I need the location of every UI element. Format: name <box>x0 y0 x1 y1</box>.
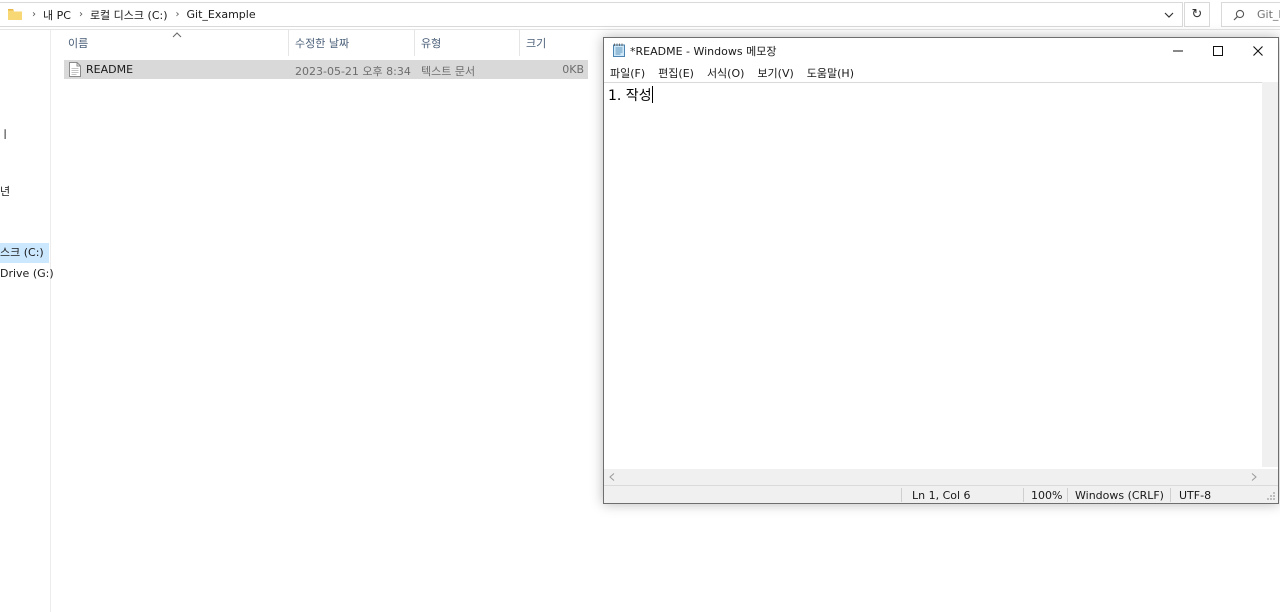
file-type: 텍스트 문서 <box>421 65 476 78</box>
folder-icon <box>8 9 22 20</box>
breadcrumb-this-pc[interactable]: 내 PC <box>43 7 71 23</box>
status-cursor-position: Ln 1, Col 6 <box>912 489 971 502</box>
chevron-right-icon: › <box>32 9 36 20</box>
file-date: 2023-05-21 오후 8:34 <box>295 65 411 78</box>
editor-content: 1. 작성 <box>608 85 653 105</box>
close-button[interactable] <box>1238 38 1278 64</box>
notepad-icon <box>613 43 625 57</box>
nav-item-google-drive[interactable]: Drive (G:) <box>0 267 54 280</box>
status-bar: Ln 1, Col 6 100% Windows (CRLF) UTF-8 <box>604 485 1278 503</box>
status-divider <box>1067 488 1068 502</box>
address-box[interactable]: › 내 PC › 로컬 디스크 (C:) › Git_Example <box>0 2 1183 27</box>
search-input[interactable]: Git_Ex <box>1257 8 1280 21</box>
explorer-address-bar: › 내 PC › 로컬 디스크 (C:) › Git_Example ↻ Git… <box>0 0 1280 30</box>
minimize-button[interactable] <box>1158 38 1198 64</box>
chevron-right-icon: › <box>78 9 83 20</box>
menu-bar: 파일(F) 편집(E) 서식(O) 보기(V) 도움말(H) <box>604 64 1278 82</box>
nav-item[interactable]: ㅣ <box>0 126 10 142</box>
status-divider <box>901 488 902 502</box>
table-row[interactable]: README 2023-05-21 오후 8:34 텍스트 문서 0KB <box>64 60 588 79</box>
notepad-window: *README - Windows 메모장 파일(F) 편집(E) 서식(O) … <box>603 37 1279 504</box>
chevron-down-icon[interactable] <box>1162 9 1176 21</box>
column-header-size[interactable]: 크기 <box>520 30 590 56</box>
nav-item-local-disk[interactable]: 스크 (C:) <box>0 243 49 263</box>
close-icon <box>1253 46 1263 56</box>
refresh-button[interactable]: ↻ <box>1184 2 1210 27</box>
sort-up-icon <box>172 32 182 38</box>
minimize-icon <box>1173 50 1183 52</box>
file-name: README <box>86 63 134 76</box>
horizontal-scrollbar[interactable] <box>604 469 1262 485</box>
nav-item[interactable]: 년 <box>0 183 10 199</box>
breadcrumb-local-disk[interactable]: 로컬 디스크 (C:) <box>90 7 168 23</box>
breadcrumb: › 내 PC › 로컬 디스크 (C:) › Git_Example <box>28 3 256 26</box>
chevron-right-icon: › <box>175 9 180 20</box>
menu-format[interactable]: 서식(O) <box>707 65 744 81</box>
scroll-right-icon[interactable] <box>1246 469 1262 485</box>
scroll-left-icon[interactable] <box>604 469 620 485</box>
column-header-type[interactable]: 유형 <box>415 30 520 56</box>
status-encoding: UTF-8 <box>1179 489 1212 502</box>
text-editor-area[interactable]: 1. 작성 <box>604 82 1262 507</box>
vertical-scrollbar[interactable] <box>1262 82 1278 467</box>
search-box[interactable]: Git_Ex <box>1221 2 1280 27</box>
search-icon <box>1233 9 1245 21</box>
text-caret <box>651 86 653 103</box>
status-line-ending: Windows (CRLF) <box>1075 489 1164 502</box>
status-divider <box>1023 488 1024 502</box>
column-header-date[interactable]: 수정한 날짜 <box>289 30 415 56</box>
status-divider <box>1170 488 1171 502</box>
navigation-pane: ㅣ 년 스크 (C:) Drive (G:) <box>0 30 54 612</box>
editor-text: 1. 작성 <box>608 88 652 104</box>
scrollbar-corner <box>1262 469 1278 485</box>
menu-view[interactable]: 보기(V) <box>757 65 793 81</box>
file-size: 0KB <box>562 63 584 76</box>
menu-help[interactable]: 도움말(H) <box>807 65 854 81</box>
menu-edit[interactable]: 편집(E) <box>658 65 694 81</box>
status-zoom: 100% <box>1031 489 1063 502</box>
refresh-icon: ↻ <box>1191 7 1203 22</box>
window-title: *README - Windows 메모장 <box>630 45 777 58</box>
menu-file[interactable]: 파일(F) <box>610 65 645 81</box>
maximize-icon <box>1213 46 1223 56</box>
breadcrumb-git-example[interactable]: Git_Example <box>187 8 256 21</box>
text-file-icon <box>69 62 81 77</box>
notepad-title-bar[interactable]: *README - Windows 메모장 <box>604 38 1278 64</box>
resize-grip-icon[interactable] <box>1266 491 1276 501</box>
maximize-button[interactable] <box>1198 38 1238 64</box>
